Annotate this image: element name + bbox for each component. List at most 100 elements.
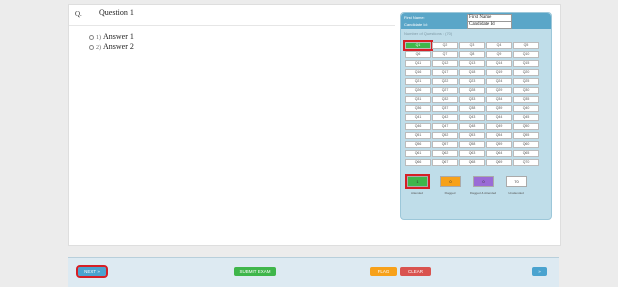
question-cell[interactable]: Q26 bbox=[405, 87, 431, 94]
last-question-button[interactable]: » bbox=[532, 267, 547, 276]
question-cell[interactable]: Q56 bbox=[405, 141, 431, 148]
question-cell[interactable]: Q67 bbox=[432, 159, 458, 166]
question-cell[interactable]: Q40 bbox=[513, 105, 539, 112]
question-cell[interactable]: Q62 bbox=[432, 150, 458, 157]
question-cell[interactable]: Q48 bbox=[459, 123, 485, 130]
question-cell[interactable]: Q39 bbox=[486, 105, 512, 112]
question-cell[interactable]: Q54 bbox=[486, 132, 512, 139]
question-cell[interactable]: Q37 bbox=[432, 105, 458, 112]
clear-button[interactable]: CLEAR bbox=[400, 267, 431, 276]
question-cell[interactable]: Q70 bbox=[513, 159, 539, 166]
question-cell[interactable]: Q61 bbox=[405, 150, 431, 157]
question-cell[interactable]: Q51 bbox=[405, 132, 431, 139]
question-cell[interactable]: Q36 bbox=[405, 105, 431, 112]
legend-count-box: 1 bbox=[405, 174, 430, 189]
question-cell[interactable]: Q41 bbox=[405, 114, 431, 121]
answer-text: Answer 1 bbox=[103, 32, 134, 41]
question-cell[interactable]: Q15 bbox=[513, 60, 539, 67]
question-cell[interactable]: Q52 bbox=[432, 132, 458, 139]
question-title: Question 1 bbox=[99, 8, 134, 17]
question-cell[interactable]: Q44 bbox=[486, 114, 512, 121]
radio-icon[interactable] bbox=[89, 34, 94, 40]
question-cell[interactable]: Q14 bbox=[486, 60, 512, 67]
question-cell[interactable]: Q3 bbox=[459, 42, 485, 49]
question-count-label: Number of Questions : (70) bbox=[404, 31, 453, 36]
question-cell[interactable]: Q10 bbox=[513, 51, 539, 58]
candidate-info: First Name: First Name Candidate Id: Can… bbox=[401, 13, 551, 29]
question-cell[interactable]: Q55 bbox=[513, 132, 539, 139]
question-cell[interactable]: Q46 bbox=[405, 123, 431, 130]
question-cell[interactable]: Q22 bbox=[432, 78, 458, 85]
question-cell[interactable]: Q23 bbox=[459, 78, 485, 85]
question-header: Q. Question 1 bbox=[69, 5, 395, 26]
question-cell[interactable]: Q31 bbox=[405, 96, 431, 103]
question-cell[interactable]: Q66 bbox=[405, 159, 431, 166]
question-cell[interactable]: Q25 bbox=[513, 78, 539, 85]
legend-count-box: 0 bbox=[473, 176, 494, 187]
question-cell[interactable]: Q1 bbox=[403, 40, 433, 51]
question-cell[interactable]: Q60 bbox=[513, 141, 539, 148]
question-cell[interactable]: Q57 bbox=[432, 141, 458, 148]
question-cell[interactable]: Q11 bbox=[405, 60, 431, 67]
question-cell[interactable]: Q20 bbox=[513, 69, 539, 76]
answer-text: Answer 2 bbox=[103, 42, 134, 51]
question-cell[interactable]: Q2 bbox=[432, 42, 458, 49]
question-cell[interactable]: Q18 bbox=[459, 69, 485, 76]
legend-count-box: 70 bbox=[506, 176, 527, 187]
radio-icon[interactable] bbox=[89, 44, 94, 50]
answer-option-2[interactable]: 2) Answer 2 bbox=[89, 42, 134, 52]
question-cell[interactable]: Q59 bbox=[486, 141, 512, 148]
question-cell[interactable]: Q32 bbox=[432, 96, 458, 103]
question-cell[interactable]: Q49 bbox=[486, 123, 512, 130]
question-cell[interactable]: Q16 bbox=[405, 69, 431, 76]
legend-label: Flagged & Attended bbox=[469, 191, 497, 195]
question-cell[interactable]: Q27 bbox=[432, 87, 458, 94]
question-cell[interactable]: Q5 bbox=[513, 42, 539, 49]
first-name-label: First Name: bbox=[404, 15, 425, 20]
question-cell[interactable]: Q7 bbox=[432, 51, 458, 58]
question-cell[interactable]: Q28 bbox=[459, 87, 485, 94]
question-cell[interactable]: Q47 bbox=[432, 123, 458, 130]
question-cell[interactable]: Q68 bbox=[459, 159, 485, 166]
question-cell[interactable]: Q34 bbox=[486, 96, 512, 103]
question-cell[interactable]: Q6 bbox=[405, 51, 431, 58]
question-pane: Q. Question 1 1) Answer 1 2) Answer 2 bbox=[69, 5, 395, 243]
question-cell[interactable]: Q9 bbox=[486, 51, 512, 58]
question-cell[interactable]: Q65 bbox=[513, 150, 539, 157]
question-cell[interactable]: Q4 bbox=[486, 42, 512, 49]
question-cell[interactable]: Q63 bbox=[459, 150, 485, 157]
question-cell[interactable]: Q35 bbox=[513, 96, 539, 103]
question-cell[interactable]: Q12 bbox=[432, 60, 458, 67]
question-cell[interactable]: Q17 bbox=[432, 69, 458, 76]
question-cell[interactable]: Q45 bbox=[513, 114, 539, 121]
question-cell[interactable]: Q13 bbox=[459, 60, 485, 67]
answer-option-1[interactable]: 1) Answer 1 bbox=[89, 32, 134, 42]
question-cell[interactable]: Q30 bbox=[513, 87, 539, 94]
question-cell[interactable]: Q38 bbox=[459, 105, 485, 112]
action-bar: NEXT » SUBMIT EXAM FLAG CLEAR » bbox=[68, 257, 559, 287]
question-cell[interactable]: Q43 bbox=[459, 114, 485, 121]
question-cell[interactable]: Q53 bbox=[459, 132, 485, 139]
candidate-id-field: Candidate Id bbox=[467, 21, 512, 29]
question-cell[interactable]: Q19 bbox=[486, 69, 512, 76]
next-button[interactable]: NEXT » bbox=[76, 265, 108, 278]
legend-label: Attended bbox=[410, 191, 423, 195]
answer-letter: 2) bbox=[96, 45, 101, 51]
question-cell[interactable]: Q58 bbox=[459, 141, 485, 148]
question-cell[interactable]: Q21 bbox=[405, 78, 431, 85]
flag-button[interactable]: FLAG bbox=[370, 267, 397, 276]
question-palette: First Name: First Name Candidate Id: Can… bbox=[400, 12, 552, 220]
submit-exam-button[interactable]: SUBMIT EXAM bbox=[234, 267, 276, 276]
answer-letter: 1) bbox=[96, 35, 101, 41]
question-cell[interactable]: Q64 bbox=[486, 150, 512, 157]
question-cell[interactable]: Q33 bbox=[459, 96, 485, 103]
question-cell[interactable]: Q29 bbox=[486, 87, 512, 94]
legend-label: Flagged bbox=[444, 191, 456, 195]
question-cell[interactable]: Q8 bbox=[459, 51, 485, 58]
legend-label: Unattended bbox=[508, 191, 524, 195]
candidate-id-label: Candidate Id: bbox=[404, 22, 428, 27]
question-cell[interactable]: Q24 bbox=[486, 78, 512, 85]
question-cell[interactable]: Q50 bbox=[513, 123, 539, 130]
question-cell[interactable]: Q42 bbox=[432, 114, 458, 121]
question-cell[interactable]: Q69 bbox=[486, 159, 512, 166]
